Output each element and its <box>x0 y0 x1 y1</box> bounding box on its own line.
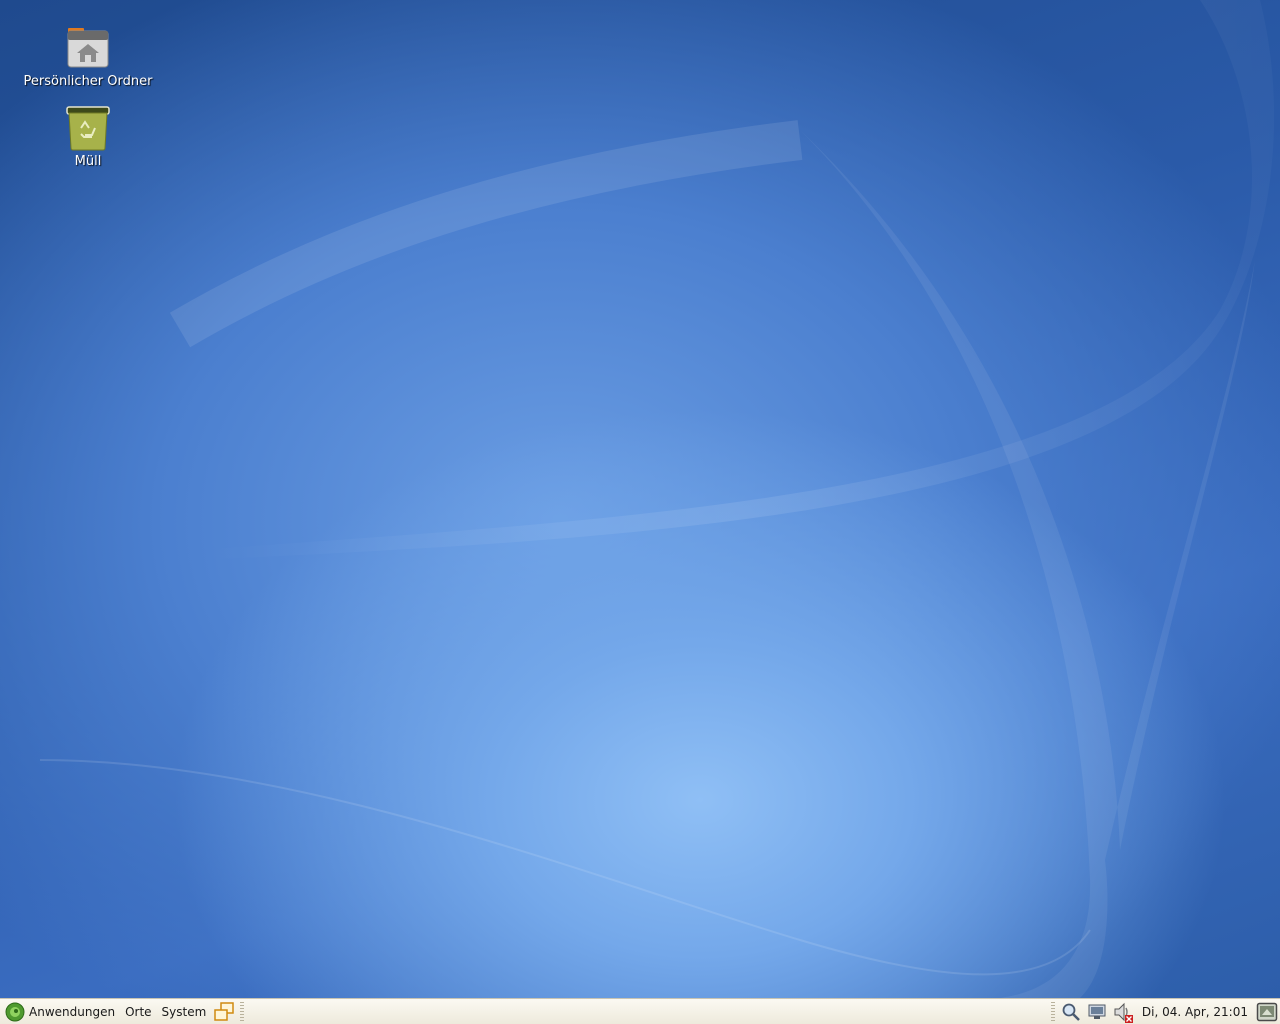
desktop-icon-label: Persönlicher Ordner <box>23 74 153 89</box>
system-menu[interactable]: System <box>157 1000 212 1024</box>
bottom-panel: Anwendungen Orte System Di, 04. Apr, 21:… <box>0 998 1280 1024</box>
desktop-icon-home[interactable]: Persönlicher Ordner <box>18 24 158 89</box>
places-menu[interactable]: Orte <box>120 1000 156 1024</box>
panel-separator <box>240 1001 245 1022</box>
wallpaper-swirls <box>39 0 1275 998</box>
show-desktop-button[interactable] <box>1256 1001 1278 1023</box>
desktop-background[interactable]: Persönlicher Ordner Müll <box>0 0 1280 998</box>
volume-muted-icon <box>1114 1002 1133 1023</box>
search-icon <box>1062 1003 1080 1021</box>
applications-menu[interactable]: Anwendungen <box>0 1000 120 1024</box>
panel-separator <box>1050 1001 1055 1022</box>
clock[interactable]: Di, 04. Apr, 21:01 <box>1136 1005 1254 1019</box>
show-desktop-icon <box>1256 1002 1278 1021</box>
network-icon <box>1088 1004 1106 1019</box>
trash-icon <box>66 106 110 151</box>
distro-logo-icon <box>5 1002 25 1021</box>
system-menu-label: System <box>161 1004 207 1019</box>
home-folder-icon <box>67 28 109 68</box>
desktop-icon-label: Müll <box>74 154 102 169</box>
network-tray-button[interactable] <box>1086 1001 1108 1023</box>
search-tray-button[interactable] <box>1060 1001 1082 1023</box>
desktop-icon-trash[interactable]: Müll <box>18 104 158 169</box>
applications-menu-label: Anwendungen <box>29 1004 116 1019</box>
places-menu-label: Orte <box>125 1004 152 1019</box>
volume-tray-button[interactable] <box>1112 1001 1134 1023</box>
window-switcher-icon <box>214 1001 235 1021</box>
window-switcher-launcher[interactable] <box>213 1001 235 1023</box>
